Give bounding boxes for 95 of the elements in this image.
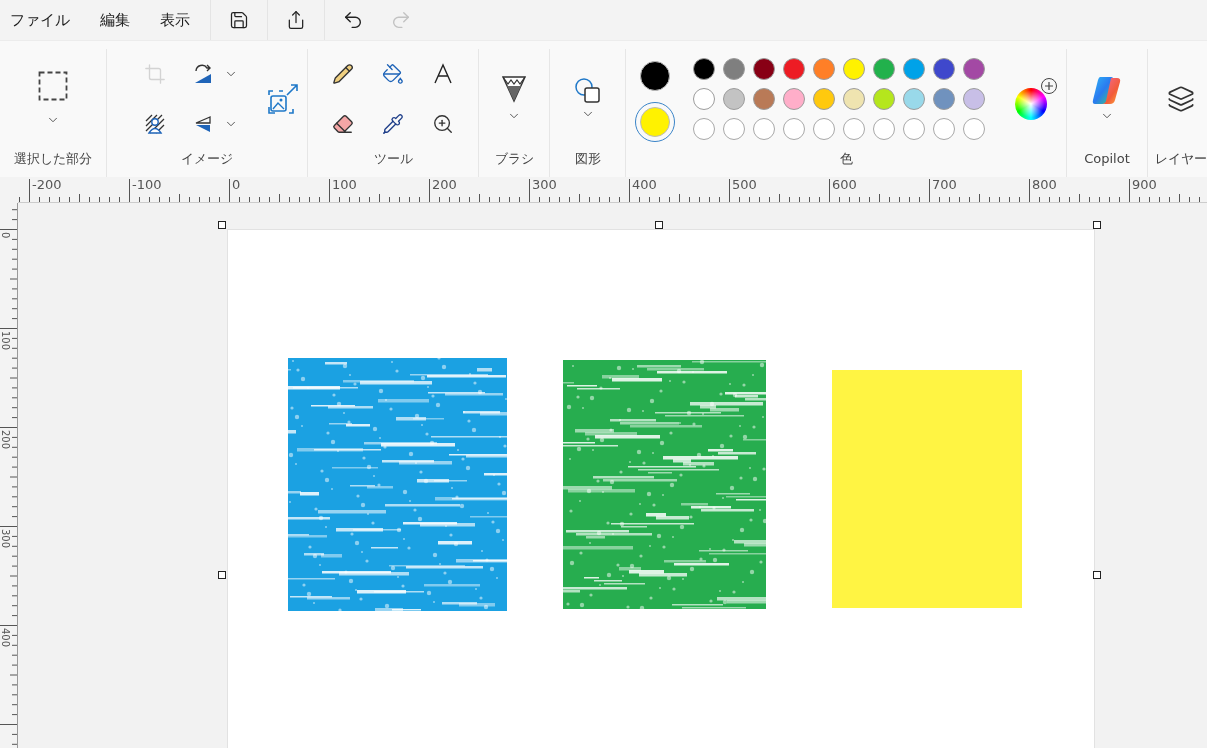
group-label: 色 [838, 150, 854, 168]
group-label: Copilot [1083, 150, 1131, 168]
resize-handle[interactable] [218, 221, 226, 229]
color-swatch[interactable] [693, 58, 715, 80]
empty-color-slot[interactable] [933, 118, 955, 140]
color-swatch[interactable] [783, 88, 805, 110]
resize-image-icon [267, 83, 299, 115]
ruler-label: 100 [332, 178, 357, 192]
text-button[interactable] [432, 63, 454, 85]
color-swatch[interactable] [933, 88, 955, 110]
magnifier-button[interactable] [432, 113, 454, 135]
color-picker-icon [382, 113, 404, 135]
color-wheel-icon [1015, 88, 1047, 120]
rotate-icon [192, 63, 214, 85]
color-swatch[interactable] [723, 88, 745, 110]
color-swatch[interactable] [963, 58, 985, 80]
resize-handle[interactable] [218, 571, 226, 579]
empty-color-slot[interactable] [963, 118, 985, 140]
layers-button[interactable] [1167, 85, 1195, 113]
ruler-label: 400 [0, 628, 10, 648]
brush-icon [501, 75, 527, 103]
group-label: レイヤー [1154, 150, 1207, 168]
empty-color-slot[interactable] [693, 118, 715, 140]
color-swatch[interactable] [873, 58, 895, 80]
group-label: 図形 [573, 150, 602, 168]
ruler-label: 200 [0, 430, 10, 450]
remove-background-button[interactable] [144, 113, 166, 135]
group-label: イメージ [180, 150, 234, 168]
save-icon [229, 10, 249, 30]
empty-color-slot[interactable] [753, 118, 775, 140]
color-swatch[interactable] [933, 58, 955, 80]
share-icon [286, 10, 306, 30]
empty-color-slot[interactable] [813, 118, 835, 140]
color-wheel-button[interactable] [1015, 78, 1057, 120]
resize-handle[interactable] [1093, 571, 1101, 579]
color-swatch[interactable] [753, 58, 775, 80]
ruler-label: 800 [1032, 178, 1057, 192]
pencil-icon [332, 63, 354, 85]
ruler-label: 300 [0, 529, 10, 549]
color-swatch[interactable] [903, 58, 925, 80]
fill-button[interactable] [382, 63, 404, 85]
ruler-label: 300 [532, 178, 557, 192]
shapes-icon [573, 77, 602, 105]
menu-item[interactable]: 表示 [152, 4, 198, 36]
color-swatch[interactable] [843, 88, 865, 110]
remove-background-icon [144, 113, 166, 135]
paint-bucket-icon [382, 63, 404, 85]
color-swatch[interactable] [723, 58, 745, 80]
group-label: ツール [372, 150, 414, 168]
empty-color-slot[interactable] [783, 118, 805, 140]
eraser-icon [332, 113, 354, 135]
pencil-button[interactable] [332, 63, 354, 85]
group-label: 選択した部分 [13, 150, 93, 168]
empty-color-slot[interactable] [843, 118, 865, 140]
color-swatch[interactable] [753, 88, 775, 110]
ruler-label: -100 [132, 178, 162, 192]
color-swatch[interactable] [843, 58, 865, 80]
color-swatch[interactable] [873, 88, 895, 110]
empty-color-slot[interactable] [873, 118, 895, 140]
selection-icon [38, 71, 68, 101]
resize-handle[interactable] [655, 221, 663, 229]
color-swatch[interactable] [813, 88, 835, 110]
eraser-button[interactable] [332, 113, 354, 135]
ruler-label: -200 [32, 178, 62, 192]
magnifier-icon [432, 113, 454, 135]
empty-color-slot[interactable] [903, 118, 925, 140]
menu-item[interactable]: 編集 [92, 4, 138, 36]
ruler-label: 700 [932, 178, 957, 192]
text-icon [432, 63, 454, 85]
ruler-label: 100 [0, 331, 10, 351]
color-swatch[interactable] [903, 88, 925, 110]
ruler-label: 900 [1132, 178, 1157, 192]
empty-color-slot[interactable] [723, 118, 745, 140]
crop-icon [144, 63, 166, 85]
ruler-label: 0 [0, 232, 10, 239]
color-picker-button[interactable] [382, 113, 404, 135]
plus-icon [1041, 78, 1057, 94]
redo-icon [390, 9, 412, 31]
ruler-label: 500 [732, 178, 757, 192]
ruler-label: 600 [832, 178, 857, 192]
undo-icon [342, 9, 364, 31]
ruler-label: 200 [432, 178, 457, 192]
color-swatch[interactable] [813, 58, 835, 80]
menu-item[interactable]: ファイル [2, 4, 78, 36]
group-label: ブラシ [493, 150, 535, 168]
resize-handle[interactable] [1093, 221, 1101, 229]
resize-button[interactable] [267, 83, 299, 115]
color-swatch[interactable] [693, 88, 715, 110]
copilot-logo-icon [1091, 75, 1123, 105]
ruler-label: 400 [632, 178, 657, 192]
layers-icon [1167, 85, 1195, 113]
ruler-label: 0 [232, 178, 241, 192]
color-swatch[interactable] [783, 58, 805, 80]
color-swatch[interactable] [963, 88, 985, 110]
rotate-button[interactable] [192, 63, 238, 85]
